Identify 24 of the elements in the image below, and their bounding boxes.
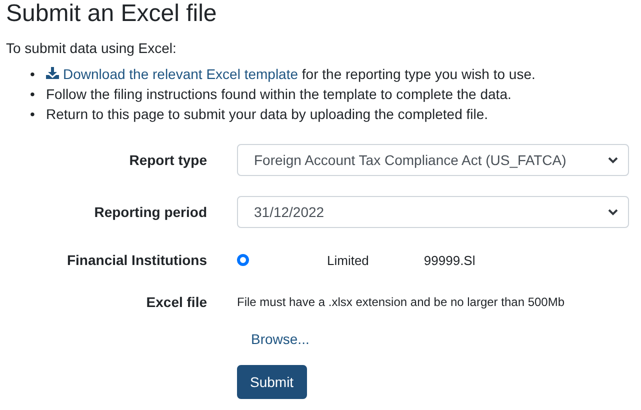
download-icon [46,67,59,79]
download-link[interactable]: Download the relevant Excel template [46,66,298,82]
file-hint: File must have a .xlsx extension and be no larger than 500Mb [237,295,565,309]
chevron-icon [608,156,618,164]
instruction-item: Download the relevant Excel template for the reporting type you wish to use. [46,64,536,84]
field-label: Excel file [145,294,207,310]
radio-button[interactable] [237,254,249,266]
page-title: Submit an Excel file [6,0,218,28]
field-label: Financial Institutions [66,252,207,268]
reporting-period-select[interactable]: 31/12/2022 [237,196,629,228]
institution-code: 99999.Sl [424,252,476,268]
browse-button[interactable]: Browse... [251,331,310,347]
report-type-select[interactable]: Foreign Account Tax Compliance Act (US_FATCA) [237,144,629,176]
institution-name: Limited [327,252,369,268]
bullet: • [30,85,36,104]
instruction-item: Return to this page to submit your data by uploading the completed file. [46,105,488,124]
bullet: • [30,105,36,124]
chevron-icon [608,208,618,216]
intro-text: To submit data using Excel: [6,40,178,56]
submit-button[interactable]: Submit [237,365,307,399]
instruction-item: Follow the filing instructions found within the template to complete the data. [46,85,512,104]
bullet: • [30,65,36,84]
field-label: Reporting period [93,204,207,220]
field-label: Report type [128,152,207,168]
